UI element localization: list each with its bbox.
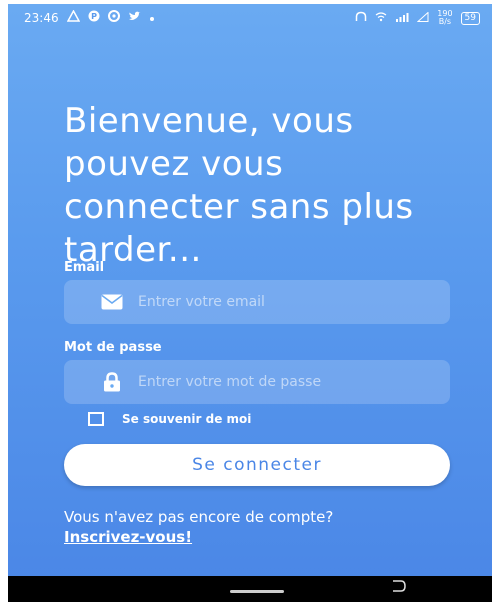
signup-link[interactable]: Inscrivez-vous! <box>64 528 192 546</box>
warning-icon <box>66 9 80 25</box>
signal-empty-icon <box>416 11 429 25</box>
email-label: Email <box>64 260 105 275</box>
password-input[interactable] <box>138 374 418 390</box>
lock-icon <box>100 372 124 392</box>
notification-dot-icon <box>149 11 155 25</box>
login-screen: 23:46 P 190 B/s 59 Bienvenue, vous pouve… <box>8 4 492 602</box>
home-gesture-bar[interactable] <box>230 590 284 593</box>
signal-icon <box>395 11 409 25</box>
net-speed: 190 B/s <box>437 10 452 26</box>
net-speed-unit: B/s <box>438 17 452 26</box>
password-field[interactable] <box>64 360 450 404</box>
login-button[interactable]: Se connecter <box>64 444 450 486</box>
svg-text:P: P <box>91 12 97 21</box>
password-label: Mot de passe <box>64 340 162 355</box>
pinterest-icon: P <box>88 10 100 25</box>
welcome-heading: Bienvenue, vous pouvez vous connecter sa… <box>64 101 414 270</box>
back-icon[interactable] <box>392 580 406 596</box>
wifi-icon <box>375 11 387 25</box>
signup-prompt: Vous n'avez pas encore de compte? Inscri… <box>64 507 404 547</box>
remember-me-checkbox[interactable] <box>88 412 104 426</box>
status-right: 190 B/s 59 <box>355 10 480 26</box>
mail-icon <box>100 294 124 310</box>
status-bar: 23:46 P 190 B/s 59 <box>8 4 492 34</box>
navigation-bar <box>8 576 492 602</box>
battery-level: 59 <box>464 12 476 23</box>
status-time: 23:46 <box>24 10 59 25</box>
signup-prompt-text: Vous n'avez pas encore de compte? <box>64 508 334 526</box>
headphones-icon <box>355 11 367 25</box>
remember-me-label: Se souvenir de moi <box>122 412 252 426</box>
status-left: 23:46 P <box>24 9 155 25</box>
email-input[interactable] <box>138 294 418 310</box>
twitter-icon <box>128 11 141 25</box>
battery-icon: 59 <box>460 11 480 25</box>
remember-me[interactable]: Se souvenir de moi <box>88 412 251 426</box>
email-field[interactable] <box>64 280 450 324</box>
app-icon <box>107 10 120 25</box>
